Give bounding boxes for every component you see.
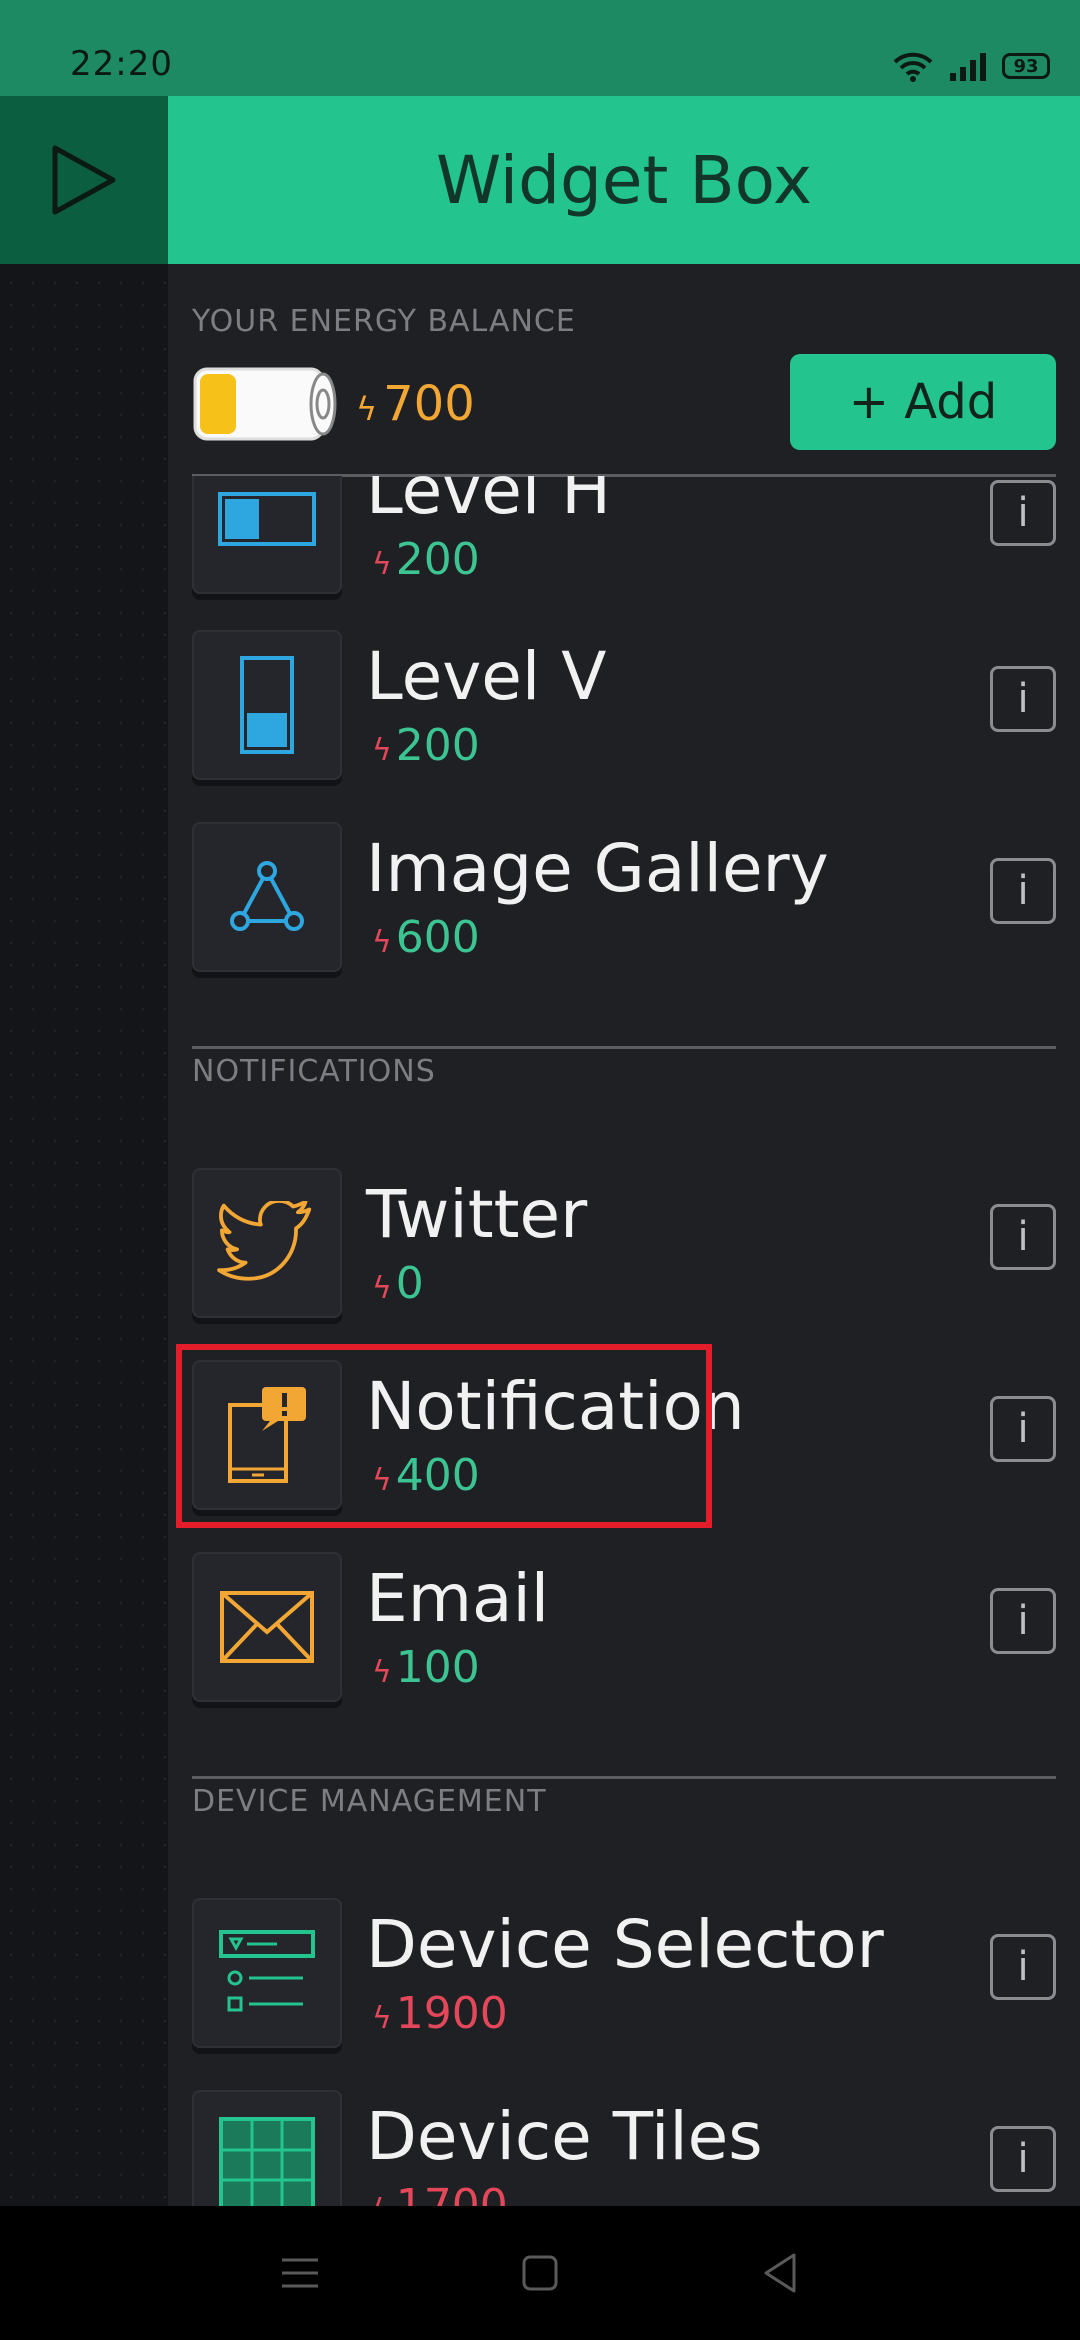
device-management-section-label: DEVICE MANAGEMENT [192, 1784, 547, 1819]
energy-balance: ϟ 700 + Add [192, 354, 1056, 454]
home-icon[interactable] [520, 2253, 560, 2293]
widget-item-twitter[interactable]: Twitter ϟ0 i [192, 1168, 1056, 1318]
widget-list[interactable]: YOUR ENERGY BALANCE ϟ 700 + Add Level H ϟ… [168, 264, 1080, 2206]
page-title: Widget Box [435, 141, 813, 219]
level-v-tile [192, 630, 342, 780]
play-icon [52, 145, 116, 215]
envelope-icon [220, 1591, 314, 1663]
project-canvas [0, 96, 168, 2206]
divider [192, 1776, 1056, 1779]
widget-item-level-v[interactable]: Level V ϟ200 i [192, 630, 1056, 780]
widget-item-device-tiles[interactable]: Device Tiles ϟ1700 i [192, 2090, 1056, 2206]
item-cost: ϟ1900 [372, 1988, 508, 2039]
widget-item-image-gallery[interactable]: Image Gallery ϟ600 i [192, 822, 1056, 972]
item-name: Email [366, 1560, 550, 1637]
energy-section-label: YOUR ENERGY BALANCE [192, 304, 576, 339]
status-time: 22:20 [70, 44, 173, 84]
item-name: Device Selector [366, 1906, 884, 1983]
battery-level: 93 [1013, 55, 1039, 77]
info-button[interactable]: i [990, 1934, 1056, 2000]
level-h-tile [192, 476, 342, 594]
info-button[interactable]: i [990, 1396, 1056, 1462]
info-button[interactable]: i [990, 858, 1056, 924]
system-nav-bar [0, 2206, 1080, 2340]
item-cost: ϟ200 [372, 534, 480, 585]
device-selector-tile [192, 1898, 342, 2048]
email-tile [192, 1552, 342, 1702]
back-icon[interactable] [760, 2251, 800, 2295]
selector-list-icon [219, 1930, 315, 2012]
energy-amount: ϟ 700 [356, 376, 475, 432]
item-name: Device Tiles [366, 2098, 763, 2175]
item-cost: ϟ100 [372, 1642, 480, 1693]
status-icons: 93 [892, 46, 1050, 86]
tiles-grid-icon [219, 2117, 315, 2206]
image-gallery-tile [192, 822, 342, 972]
info-button[interactable]: i [990, 666, 1056, 732]
item-name: Image Gallery [366, 830, 829, 907]
status-bar: 22:20 93 [0, 0, 1080, 96]
widget-item-level-h[interactable]: Level H ϟ200 i [192, 444, 1056, 644]
share-icon [230, 861, 304, 931]
widget-item-device-selector[interactable]: Device Selector ϟ1900 i [192, 1898, 1056, 2048]
info-button[interactable]: i [990, 1588, 1056, 1654]
item-cost: ϟ1700 [372, 2180, 508, 2206]
header: Widget Box [168, 96, 1080, 264]
device-tiles-tile [192, 2090, 342, 2206]
notifications-section-label: NOTIFICATIONS [192, 1054, 436, 1089]
menu-icon[interactable] [280, 2256, 320, 2290]
level-v-icon [240, 656, 294, 754]
add-energy-button[interactable]: + Add [790, 354, 1056, 450]
play-button[interactable] [0, 96, 168, 264]
item-cost: ϟ0 [372, 1258, 424, 1309]
item-cost: ϟ600 [372, 912, 480, 963]
twitter-tile [192, 1168, 342, 1318]
twitter-bird-icon [217, 1201, 312, 1281]
info-button[interactable]: i [990, 1204, 1056, 1270]
widget-item-email[interactable]: Email ϟ100 i [192, 1552, 1056, 1702]
battery-energy-icon [193, 367, 337, 441]
item-cost: ϟ200 [372, 720, 480, 771]
signal-icon [950, 53, 986, 81]
info-button[interactable]: i [990, 480, 1056, 546]
item-name: Level V [366, 638, 607, 715]
item-name: Level H [366, 476, 611, 529]
highlight-box [176, 1344, 712, 1528]
info-button[interactable]: i [990, 2126, 1056, 2192]
battery-icon: 93 [1002, 53, 1050, 79]
divider [192, 1046, 1056, 1049]
wifi-icon [893, 52, 933, 82]
item-name: Twitter [366, 1176, 588, 1253]
level-h-icon [218, 492, 316, 546]
